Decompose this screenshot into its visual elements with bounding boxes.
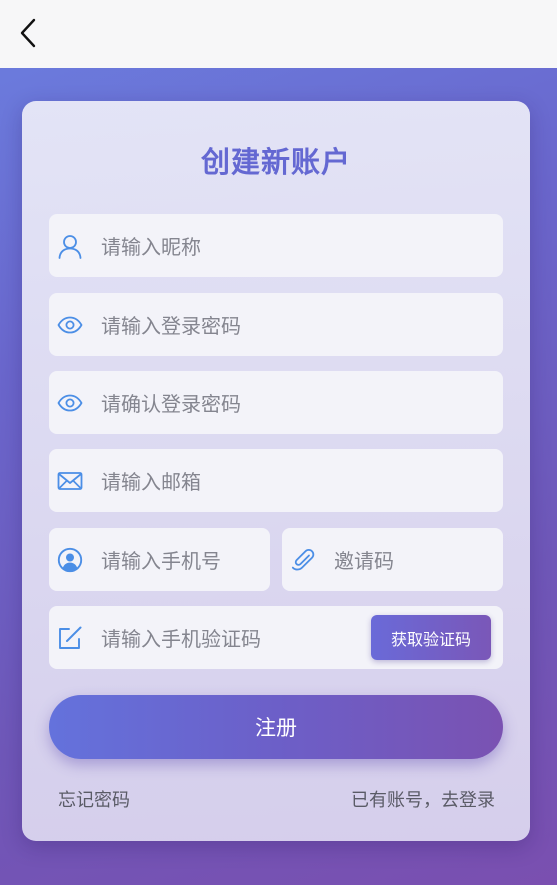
- edit-icon: [57, 625, 83, 651]
- email-field[interactable]: 请输入邮箱: [49, 449, 503, 512]
- nickname-field[interactable]: 请输入昵称: [49, 214, 503, 277]
- confirm-password-field[interactable]: 请确认登录密码: [49, 371, 503, 434]
- user-circle-icon: [57, 547, 83, 573]
- get-code-button[interactable]: 获取验证码: [371, 615, 491, 660]
- user-icon: [57, 233, 83, 259]
- paperclip-icon: [290, 547, 316, 573]
- password-placeholder: 请输入登录密码: [101, 314, 241, 338]
- chevron-left-icon: [20, 18, 36, 48]
- confirm-password-placeholder: 请确认登录密码: [101, 392, 241, 416]
- invite-code-field[interactable]: 邀请码: [282, 528, 503, 591]
- nickname-placeholder: 请输入昵称: [101, 235, 201, 259]
- sms-code-placeholder: 请输入手机验证码: [101, 627, 261, 651]
- sms-code-field[interactable]: 请输入手机验证码 获取验证码: [49, 606, 503, 669]
- back-button[interactable]: [10, 15, 46, 51]
- register-page: 创建新账户 请输入昵称 请输入登录密码 请确认登录密码 请输入邮箱 请输入手机号…: [0, 0, 557, 885]
- top-bar: [0, 0, 557, 68]
- login-link[interactable]: 已有账号，去登录: [351, 786, 495, 812]
- mail-icon: [57, 468, 83, 494]
- password-field[interactable]: 请输入登录密码: [49, 293, 503, 356]
- register-card: 创建新账户 请输入昵称 请输入登录密码 请确认登录密码 请输入邮箱 请输入手机号…: [22, 101, 530, 841]
- email-placeholder: 请输入邮箱: [101, 470, 201, 494]
- eye-icon[interactable]: [57, 390, 83, 416]
- forgot-password-link[interactable]: 忘记密码: [58, 786, 130, 812]
- page-title: 创建新账户: [200, 145, 351, 179]
- eye-icon[interactable]: [57, 312, 83, 338]
- invite-code-placeholder: 邀请码: [334, 549, 394, 573]
- register-button[interactable]: 注册: [49, 695, 503, 759]
- phone-field[interactable]: 请输入手机号: [49, 528, 270, 591]
- phone-placeholder: 请输入手机号: [101, 549, 221, 573]
